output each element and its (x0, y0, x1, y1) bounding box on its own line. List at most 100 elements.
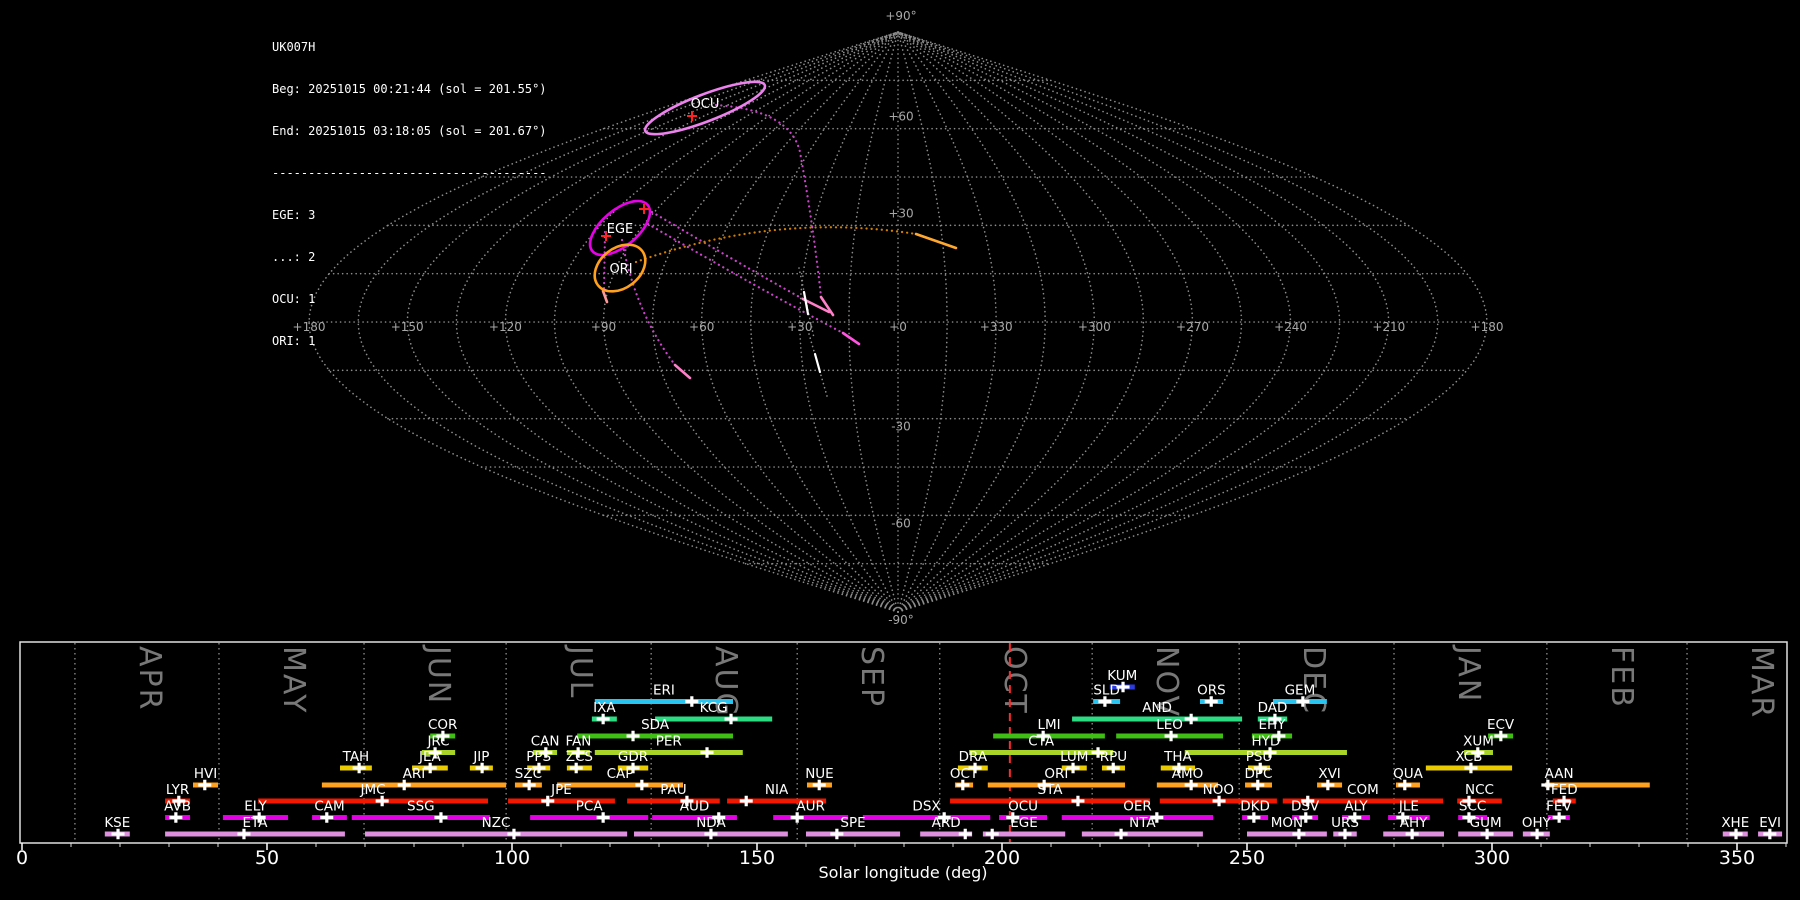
app-canvas: +180+150+120+90+60+30+0+330+300+270+240+… (0, 0, 1800, 900)
latitude-label: -30 (891, 420, 911, 434)
month-label-may: MAY (276, 646, 311, 714)
shower-label-ssg: SSG (407, 799, 435, 815)
shower-label-dsx: DSX (912, 799, 940, 815)
trail-ori-meteor (636, 227, 916, 262)
shower-label-psu: PSU (1246, 749, 1273, 765)
shower-label-nta: NTA (1129, 815, 1156, 831)
trail-ege-meteor-2 (648, 224, 843, 333)
shower-label-lum: LUM (1060, 749, 1088, 765)
sporadic-meteor-1 (804, 292, 808, 314)
tick-label: 0 (16, 847, 28, 869)
shower-label-leo: LEO (1156, 717, 1183, 733)
sporadic-meteor-2 (815, 354, 820, 372)
session-info: UK007H Beg: 20251015 00:21:44 (sol = 201… (272, 12, 547, 376)
shower-label-ixa: IXA (593, 700, 616, 716)
tick-label: 150 (739, 847, 775, 869)
shower-label-fan: FAN (565, 734, 591, 750)
peak-marker-ege (986, 829, 999, 839)
longitude-label: +240 (1274, 320, 1307, 334)
peak-marker-ssg (434, 812, 447, 822)
shower-label-oer: OER (1123, 799, 1152, 815)
month-label-oct: OCT (997, 646, 1032, 715)
month-label-mar: MAR (1744, 646, 1779, 719)
peak-marker-nia (740, 796, 753, 806)
plot-canvas: +180+150+120+90+60+30+0+330+300+270+240+… (0, 0, 1800, 900)
shower-label-jrc: JRC (426, 734, 449, 750)
longitude-label: +210 (1372, 320, 1405, 334)
count-ori: ORI: 1 (272, 334, 547, 348)
shower-label-evi: EVI (1759, 815, 1781, 831)
trail-ege-meteor-3 (622, 240, 675, 365)
peak-marker-and (1185, 714, 1198, 724)
shower-label-jmc: JMC (360, 782, 386, 798)
shower-label-ely: ELY (244, 799, 267, 815)
count-ocu: OCU: 1 (272, 292, 547, 306)
longitude-label: +300 (1078, 320, 1111, 334)
month-label-jan: JAN (1451, 644, 1486, 703)
shower-label-cam: CAM (314, 799, 344, 815)
shower-label-urs: URS (1331, 815, 1359, 831)
session-begin: Beg: 20251015 00:21:44 (sol = 201.55°) (272, 82, 547, 96)
shower-label-dra: DRA (959, 749, 988, 765)
shower-label-lmi: LMI (1037, 717, 1060, 733)
trail-ege-meteor-1 (652, 212, 803, 299)
trail-ege-meteor-short (604, 232, 605, 290)
meteor-trails (603, 105, 956, 396)
shower-label-ahy: AHY (1400, 815, 1428, 831)
shower-label-amo: AMO (1172, 766, 1204, 782)
shower-label-xhe: XHE (1721, 815, 1749, 831)
shower-label-aan: AAN (1545, 766, 1574, 782)
longitude-label: +90 (591, 320, 616, 334)
shower-label-ncc: NCC (1465, 782, 1494, 798)
activity-timeline: APRMAYJUNJULAUGSEPOCTNOVDECJANFEBMAR0501… (16, 642, 1787, 869)
shower-label-jea: JEA (418, 749, 442, 765)
tick-label: 350 (1719, 847, 1755, 869)
shower-label-aly: ALY (1344, 799, 1368, 815)
shower-label-jpe: JPE (550, 782, 572, 798)
shower-label-fed: FED (1551, 782, 1578, 798)
shower-label-xvi: XVI (1318, 766, 1340, 782)
separator-dashes: -------------------------------------- (272, 166, 547, 180)
shower-label-sda: SDA (641, 717, 670, 733)
shower-label-cor: COR (428, 717, 457, 733)
shower-label-kse: KSE (104, 815, 130, 831)
shower-label-aud: AUD (680, 799, 710, 815)
latitude-label: -60 (891, 516, 911, 530)
shower-label-tah: TAH (342, 749, 370, 765)
longitude-label: +180 (1471, 320, 1504, 334)
count-ege: EGE: 3 (272, 208, 547, 222)
shower-label-rpu: RPU (1100, 749, 1127, 765)
shower-label-oct: OCT (950, 766, 979, 782)
peak-marker-sta (1071, 796, 1084, 806)
shower-label-jip: JIP (472, 749, 489, 765)
shower-label-gum: GUM (1470, 815, 1502, 831)
month-label-jun: JUN (421, 644, 456, 705)
latitude-label: +90° (885, 9, 916, 23)
meteor-segment-ori-meteor (916, 234, 956, 248)
shower-label-can: CAN (531, 734, 560, 750)
latitude-label: +60 (888, 110, 913, 124)
shower-label-kcg: KCG (700, 700, 728, 716)
shower-label-sta: STA (1038, 782, 1064, 798)
shower-label-scc: SCC (1459, 799, 1486, 815)
meteor-segment-ege-meteor-2 (843, 333, 859, 344)
shower-label-hyd: HYD (1251, 734, 1280, 750)
shower-label-ors: ORS (1197, 683, 1226, 699)
shower-label-avb: AVB (164, 799, 191, 815)
shower-label-com: COM (1347, 782, 1379, 798)
shower-label-tha: THA (1163, 749, 1192, 765)
shower-label-ori: ORI (1044, 766, 1068, 782)
month-label-apr: APR (132, 646, 167, 711)
tick-label: 250 (1229, 847, 1265, 869)
count-sporadic: ...: 2 (272, 250, 547, 264)
shower-label-nue: NUE (805, 766, 834, 782)
shower-label-mon: MON (1271, 815, 1303, 831)
shower-label-eri: ERI (653, 683, 675, 699)
shower-label-dkd: DKD (1240, 799, 1270, 815)
shower-label-ard: ARD (932, 815, 961, 831)
shower-label-aur: AUR (796, 799, 825, 815)
month-label-jul: JUL (563, 644, 598, 700)
longitude-label: +330 (980, 320, 1013, 334)
shower-label-cta: CTA (1028, 734, 1055, 750)
longitude-label: +270 (1176, 320, 1209, 334)
